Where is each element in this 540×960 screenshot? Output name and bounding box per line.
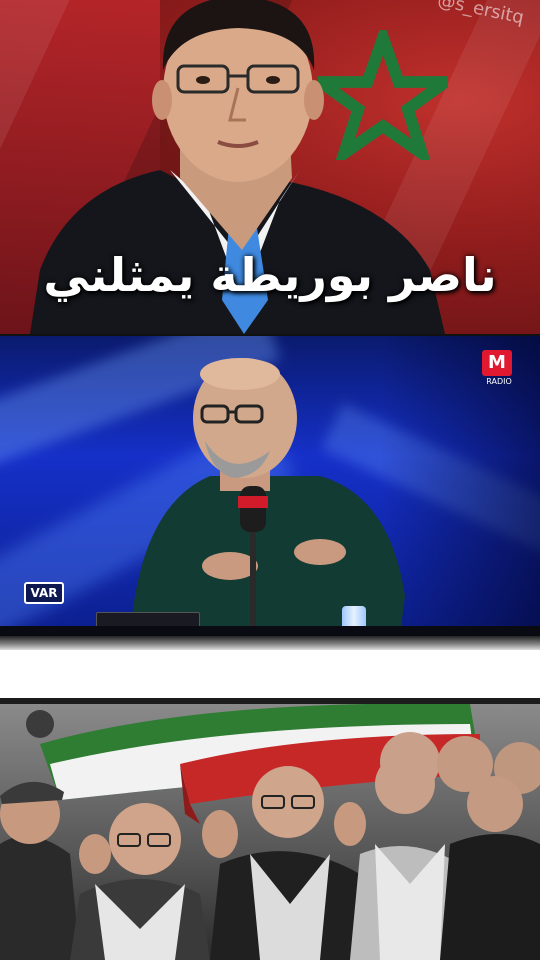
presenter-figure [130, 358, 405, 636]
radio-logo-sub: RADIO [486, 377, 512, 386]
image-separator [0, 636, 540, 650]
crowd-carrying-coffin [0, 704, 540, 960]
desk-edge [0, 626, 540, 636]
radio-logo-mark: M [482, 350, 512, 376]
blank-caption-bar [0, 650, 540, 698]
var-badge: VAR [24, 582, 64, 614]
funeral-procession-panel [0, 704, 540, 960]
radio-logo: M RADIO [482, 350, 516, 390]
var-badge-label: VAR [24, 582, 64, 604]
caption-text: ناصر بوريطة يمثلني [43, 248, 497, 302]
studio-panel: M RADIO VAR [0, 336, 540, 636]
portrait-panel: @s_ersitq ناصر بوريطة يمثلني [0, 0, 540, 334]
